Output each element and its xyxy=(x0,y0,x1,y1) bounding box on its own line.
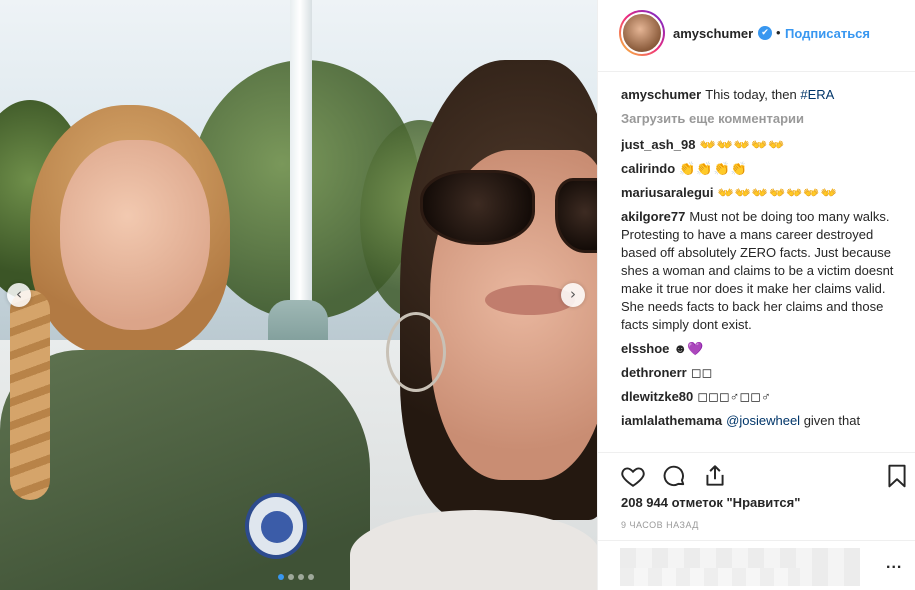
comment-text: 👐👐👐👐👐 xyxy=(699,137,786,152)
chevron-left-icon[interactable]: ‹ xyxy=(7,283,31,307)
caption-hashtag[interactable]: #ERA xyxy=(800,87,834,102)
photo-shirt-patch xyxy=(245,493,307,559)
comment-icon[interactable] xyxy=(661,463,687,489)
action-bar xyxy=(598,452,915,496)
heart-icon[interactable] xyxy=(620,463,646,489)
header-separator: • xyxy=(776,25,781,40)
comment-item: just_ash_98 👐👐👐👐👐 xyxy=(621,136,901,154)
comment-username[interactable]: mariusaralegui xyxy=(621,185,714,200)
avatar-image xyxy=(621,12,663,54)
photo-hoop-earring xyxy=(386,312,446,392)
comment-text: given that xyxy=(800,413,861,428)
comment-item: dethronerr ◻◻ xyxy=(621,364,901,382)
comment-text: Must not be doing too many walks. Protes… xyxy=(621,209,894,332)
comment-item: iamlalathemama @josiewheel given that xyxy=(621,412,901,430)
purple-heart-icon: 💜 xyxy=(687,341,704,356)
likes-count[interactable]: 208 944 отметок "Нравится" xyxy=(621,495,800,510)
load-more-comments-button[interactable]: Загрузить еще комментарии xyxy=(621,110,901,128)
photo-person-right-top xyxy=(350,510,597,590)
comment-username[interactable]: elsshoe xyxy=(621,341,669,356)
share-icon[interactable] xyxy=(702,463,728,489)
verified-icon: ✔ xyxy=(758,26,772,40)
carousel-indicator xyxy=(278,574,314,580)
comment-username[interactable]: calirindo xyxy=(621,161,675,176)
caption-text: This today, then xyxy=(705,87,801,102)
comment-item: calirindo 👏👏👏👏 xyxy=(621,160,901,178)
comment-item: mariusaralegui 👐👐👐👐👐👐👐 xyxy=(621,184,901,202)
comment-username[interactable]: iamlalathemama xyxy=(621,413,722,428)
comment-text: 👐👐👐👐👐👐👐 xyxy=(717,185,838,200)
follow-button[interactable]: Подписаться xyxy=(785,26,870,41)
comment-text: ☻ xyxy=(673,341,688,356)
caption: amyschumer This today, then #ERA xyxy=(621,86,901,104)
caption-username[interactable]: amyschumer xyxy=(621,87,701,102)
photo-person-left-face xyxy=(60,140,210,330)
carousel-dot xyxy=(278,574,284,580)
post-timestamp[interactable]: 9 часов назад xyxy=(621,520,699,530)
comment-input-obscured[interactable] xyxy=(620,548,860,586)
post-sidebar: amyschumer ✔ • Подписаться amyschumer Thi… xyxy=(597,0,915,590)
more-options-button[interactable]: ... xyxy=(886,555,902,573)
photo-flagpole xyxy=(290,0,312,330)
comment-text: ◻◻◻♂◻◻♂ xyxy=(697,389,771,404)
comment-item: elsshoe ☻💜 xyxy=(621,340,901,358)
photo-person-left-shirt xyxy=(0,350,370,590)
post-header: amyschumer ✔ • Подписаться xyxy=(598,0,915,72)
carousel-dot xyxy=(288,574,294,580)
avatar[interactable] xyxy=(619,10,665,56)
carousel-dot xyxy=(308,574,314,580)
header-username[interactable]: amyschumer xyxy=(673,26,753,41)
comments-list[interactable]: amyschumer This today, then #ERA Загрузит… xyxy=(621,86,901,448)
chevron-right-icon[interactable]: › xyxy=(561,283,585,307)
comment-username[interactable]: dlewitzke80 xyxy=(621,389,693,404)
comment-item: akilgore77 Must not be doing too many wal… xyxy=(621,208,901,334)
comment-username[interactable]: dethronerr xyxy=(621,365,687,380)
comment-username[interactable]: just_ash_98 xyxy=(621,137,695,152)
comment-text: ◻◻ xyxy=(690,365,713,380)
photo-sunglasses-lens xyxy=(420,170,535,245)
carousel-dot xyxy=(298,574,304,580)
comment-item: dlewitzke80 ◻◻◻♂◻◻♂ xyxy=(621,388,901,406)
add-comment-area: ... xyxy=(598,540,915,590)
comment-mention[interactable]: @josiewheel xyxy=(726,413,800,428)
comment-text: 👏👏👏👏 xyxy=(679,161,748,176)
photo-person-left-braid xyxy=(10,290,50,500)
bookmark-icon[interactable] xyxy=(884,463,910,489)
comment-username[interactable]: akilgore77 xyxy=(621,209,685,224)
post-photo[interactable]: ‹ › xyxy=(0,0,597,590)
